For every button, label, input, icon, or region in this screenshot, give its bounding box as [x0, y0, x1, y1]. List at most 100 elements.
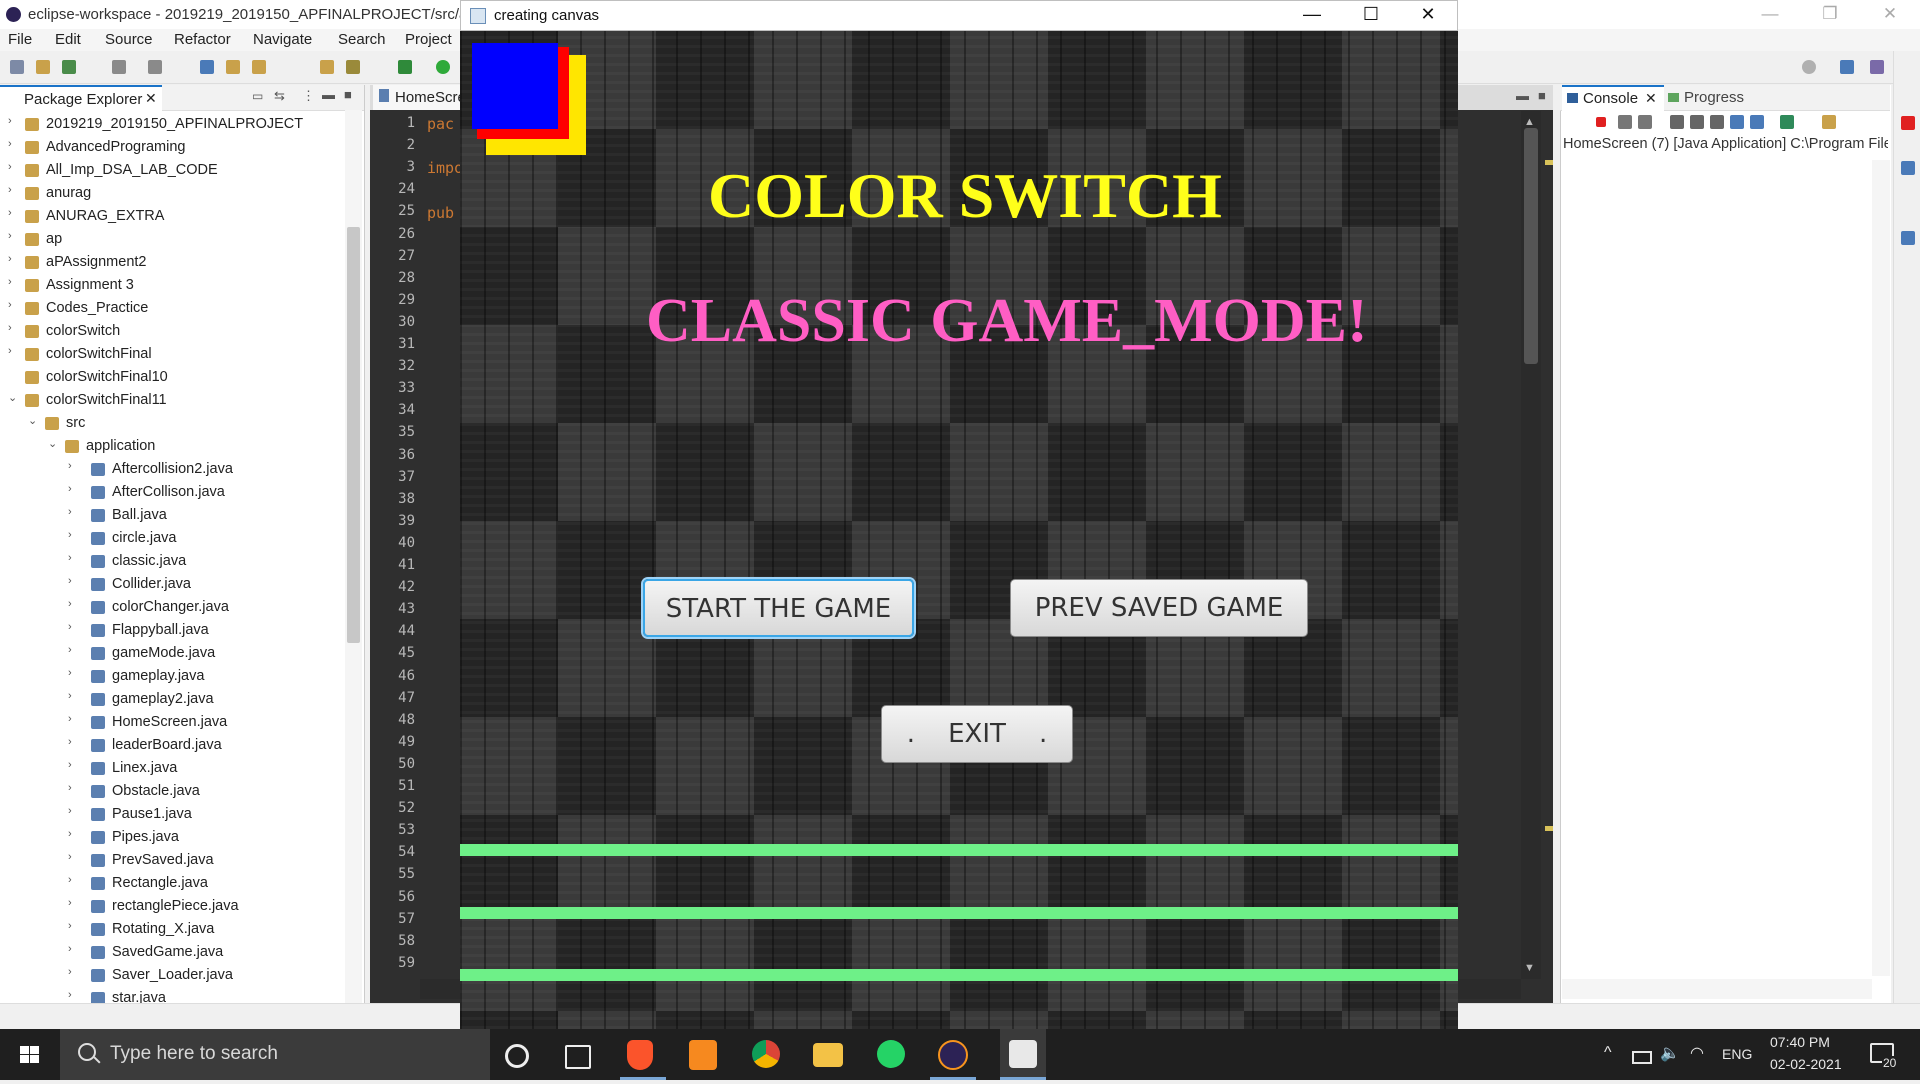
expand-arrow-icon[interactable]: ›	[68, 851, 78, 863]
expand-arrow-icon[interactable]: ›	[68, 989, 78, 1001]
language-indicator[interactable]: ENG	[1722, 1046, 1752, 1062]
problems-icon[interactable]	[1901, 116, 1915, 130]
expand-arrow-icon[interactable]: ›	[8, 138, 18, 150]
game-canvas[interactable]: COLOR SWITCH CLASSIC GAME_MODE! START TH…	[460, 31, 1458, 1029]
cortana-icon[interactable]	[505, 1044, 529, 1068]
toolbar-perspective-icon[interactable]	[1840, 60, 1854, 74]
eclipse-close-button[interactable]: ✕	[1860, 0, 1920, 29]
brave-icon[interactable]	[627, 1040, 653, 1070]
toolbar-run-icon[interactable]	[436, 60, 450, 74]
show-stderr-icon[interactable]	[1730, 115, 1744, 129]
menu-edit[interactable]: Edit	[55, 31, 81, 48]
expand-arrow-icon[interactable]: ›	[68, 897, 78, 909]
maximize-icon[interactable]: ■	[344, 87, 352, 102]
toolbar-folder-icon[interactable]	[320, 60, 334, 74]
expand-arrow-icon[interactable]: ›	[8, 207, 18, 219]
console-horizontal-scrollbar[interactable]	[1562, 979, 1872, 999]
terminate-icon[interactable]	[1596, 117, 1606, 127]
exit-button[interactable]: . EXIT .	[881, 705, 1073, 763]
expand-arrow-icon[interactable]: ›	[8, 161, 18, 173]
battery-icon[interactable]	[1632, 1051, 1652, 1064]
expand-arrow-icon[interactable]: ›	[68, 667, 78, 679]
toolbar-save-all-icon[interactable]	[148, 60, 162, 74]
scroll-down-icon[interactable]: ▼	[1524, 962, 1535, 974]
expand-arrow-icon[interactable]: ›	[8, 322, 18, 334]
expand-arrow-icon[interactable]: ›	[68, 529, 78, 541]
toolbar-refresh-icon[interactable]	[62, 60, 76, 74]
task-view-icon[interactable]	[565, 1045, 591, 1069]
expand-arrow-icon[interactable]: ›	[8, 299, 18, 311]
code-line-public[interactable]: pub	[427, 204, 454, 222]
open-console-icon[interactable]	[1822, 115, 1836, 129]
taskbar-search-box[interactable]: Type here to search	[60, 1029, 490, 1080]
expand-arrow-icon[interactable]: ›	[68, 943, 78, 955]
expand-arrow-icon[interactable]: ⌄	[48, 437, 58, 450]
editor-tab-homescreen[interactable]: HomeScre	[373, 85, 466, 110]
remove-all-icon[interactable]	[1638, 115, 1652, 129]
expand-arrow-icon[interactable]: ›	[8, 253, 18, 265]
pin-console-icon[interactable]	[1750, 115, 1764, 129]
code-line-import[interactable]: impo	[427, 159, 463, 177]
expand-arrow-icon[interactable]: ›	[68, 506, 78, 518]
toolbar-quick-access-icon[interactable]	[1802, 60, 1816, 74]
expand-arrow-icon[interactable]: ⌄	[28, 414, 38, 427]
file-explorer-icon[interactable]	[813, 1043, 843, 1067]
show-stdout-icon[interactable]	[1710, 115, 1724, 129]
toolbar-open-icon[interactable]	[36, 60, 50, 74]
outline-icon[interactable]	[1901, 161, 1915, 175]
expand-arrow-icon[interactable]: ›	[68, 621, 78, 633]
expand-arrow-icon[interactable]: ›	[68, 598, 78, 610]
expand-arrow-icon[interactable]: ›	[68, 736, 78, 748]
expand-arrow-icon[interactable]: ›	[8, 184, 18, 196]
toolbar-task-icon[interactable]	[226, 60, 240, 74]
menu-source[interactable]: Source	[105, 31, 153, 48]
expand-arrow-icon[interactable]: ›	[68, 782, 78, 794]
toolbar-new-icon[interactable]	[10, 60, 24, 74]
prev-saved-game-button[interactable]: PREV SAVED GAME	[1010, 579, 1308, 637]
collapse-all-icon[interactable]: ▭	[252, 89, 263, 103]
expand-arrow-icon[interactable]: ›	[68, 966, 78, 978]
expand-arrow-icon[interactable]: ›	[68, 828, 78, 840]
editor-minimize-icon[interactable]: ▬	[1516, 88, 1529, 103]
expand-arrow-icon[interactable]: ›	[68, 575, 78, 587]
sublime-icon[interactable]	[689, 1040, 717, 1070]
expand-arrow-icon[interactable]: ›	[8, 115, 18, 127]
toolbar-pen-icon[interactable]	[346, 60, 360, 74]
progress-tab[interactable]: Progress	[1668, 89, 1744, 106]
eclipse-icon[interactable]	[938, 1040, 968, 1070]
toolbar-search-icon[interactable]	[252, 60, 266, 74]
expand-arrow-icon[interactable]: ›	[68, 874, 78, 886]
toolbar-save-icon[interactable]	[112, 60, 126, 74]
package-explorer-scroll-thumb[interactable]	[347, 227, 360, 643]
whatsapp-icon[interactable]	[877, 1040, 905, 1068]
toolbar-debug-icon[interactable]	[200, 60, 214, 74]
game-close-button[interactable]: ✕	[1399, 1, 1457, 30]
expand-arrow-icon[interactable]: ›	[68, 690, 78, 702]
expand-arrow-icon[interactable]: ›	[68, 759, 78, 771]
package-explorer-tab[interactable]: Package Explorer ✕	[0, 85, 162, 111]
start-game-button[interactable]: START THE GAME	[643, 579, 914, 637]
game-minimize-button[interactable]: —	[1283, 1, 1341, 30]
menu-refactor[interactable]: Refactor	[174, 31, 231, 48]
expand-arrow-icon[interactable]: ›	[8, 230, 18, 242]
expand-arrow-icon[interactable]: ›	[68, 920, 78, 932]
volume-icon[interactable]: 🔈	[1660, 1043, 1680, 1063]
close-icon[interactable]: ✕	[1645, 90, 1657, 107]
expand-arrow-icon[interactable]: ›	[68, 460, 78, 472]
expand-arrow-icon[interactable]: ›	[68, 644, 78, 656]
scroll-up-icon[interactable]: ▲	[1524, 116, 1535, 128]
expand-arrow-icon[interactable]: ›	[68, 805, 78, 817]
editor-scroll-thumb[interactable]	[1524, 128, 1538, 364]
close-icon[interactable]: ✕	[145, 90, 157, 107]
word-wrap-icon[interactable]	[1690, 115, 1704, 129]
help-icon[interactable]	[1901, 231, 1915, 245]
menu-project[interactable]: Project	[405, 31, 452, 48]
minimize-icon[interactable]: ▬	[322, 87, 335, 102]
overview-marker[interactable]	[1545, 160, 1553, 165]
editor-maximize-icon[interactable]: ■	[1538, 88, 1546, 103]
clock-time[interactable]: 07:40 PM	[1770, 1034, 1830, 1050]
expand-arrow-icon[interactable]: ›	[8, 345, 18, 357]
game-maximize-button[interactable]: ☐	[1342, 1, 1400, 30]
chrome-icon[interactable]	[752, 1040, 780, 1068]
java-icon[interactable]	[1009, 1040, 1037, 1068]
